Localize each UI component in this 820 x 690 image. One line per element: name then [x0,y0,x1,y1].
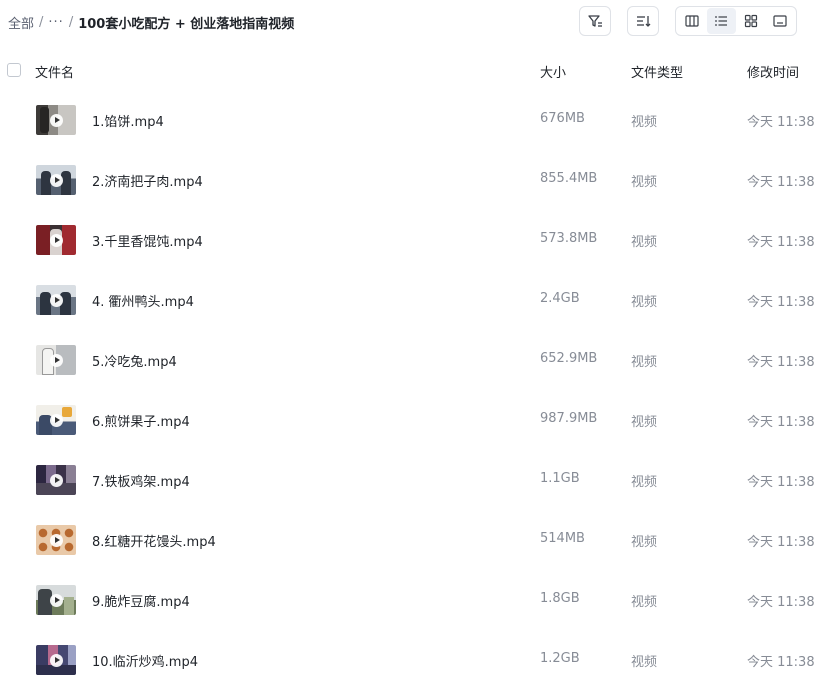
grid-view-button[interactable] [736,8,766,34]
breadcrumb-root[interactable]: 全部 [8,13,34,32]
play-icon [49,653,63,667]
play-icon [49,593,63,607]
play-icon [49,173,63,187]
file-type: 视频 [631,295,658,310]
file-name: 10.临沂炒鸡.mp4 [92,655,198,670]
file-name: 7.铁板鸡架.mp4 [92,475,190,490]
file-type: 视频 [631,415,658,430]
file-name: 6.煎饼果子.mp4 [92,415,190,430]
file-list: 1.馅饼.mp4 676MB 视频 今天 11:38 2.济南把子肉.mp4 8… [0,90,820,690]
breadcrumb: 全部 / ··· / 100套小吃配方 + 创业落地指南视频 [8,12,294,32]
file-size: 573.8MB [540,231,598,246]
video-thumbnail [36,105,76,135]
column-header-size[interactable]: 大小 [540,62,566,81]
preview-view-button[interactable] [766,8,796,34]
play-icon [49,353,63,367]
file-size: 1.2GB [540,651,580,666]
file-name: 1.馅饼.mp4 [92,115,164,130]
preview-view-icon [773,14,787,28]
filter-button[interactable] [579,6,611,36]
file-size: 676MB [540,111,585,126]
column-header-name[interactable]: 文件名 [35,62,74,81]
file-type: 视频 [631,175,658,190]
sort-button[interactable] [627,6,659,36]
video-thumbnail [36,165,76,195]
column-header-modified[interactable]: 修改时间 [747,62,799,81]
video-thumbnail [36,525,76,555]
file-type: 视频 [631,655,658,670]
grid-view-icon [744,14,758,28]
file-modified-time: 今天 11:38 [747,535,815,550]
video-thumbnail [36,345,76,375]
file-row[interactable]: 8.红糖开花馒头.mp4 514MB 视频 今天 11:38 [0,510,820,570]
view-mode-switcher [675,6,797,36]
file-type: 视频 [631,595,658,610]
column-view-icon [685,14,699,28]
sort-icon [635,13,651,29]
video-thumbnail [36,225,76,255]
play-icon [49,413,63,427]
file-type: 视频 [631,115,658,130]
filter-icon [587,13,603,29]
file-row[interactable]: 7.铁板鸡架.mp4 1.1GB 视频 今天 11:38 [0,450,820,510]
file-size: 1.8GB [540,591,580,606]
file-name: 2.济南把子肉.mp4 [92,175,203,190]
file-modified-time: 今天 11:38 [747,655,815,670]
file-modified-time: 今天 11:38 [747,475,815,490]
file-type: 视频 [631,535,658,550]
file-modified-time: 今天 11:38 [747,115,815,130]
file-size: 514MB [540,531,585,546]
file-modified-time: 今天 11:38 [747,355,815,370]
list-view-icon [714,14,728,28]
file-modified-time: 今天 11:38 [747,295,815,310]
play-icon [49,473,63,487]
file-name: 3.千里香馄饨.mp4 [92,235,203,250]
list-view-button[interactable] [706,8,736,34]
video-thumbnail [36,285,76,315]
top-bar: 全部 / ··· / 100套小吃配方 + 创业落地指南视频 [0,0,820,44]
play-icon [49,233,63,247]
file-modified-time: 今天 11:38 [747,415,815,430]
file-modified-time: 今天 11:38 [747,595,815,610]
file-row[interactable]: 2.济南把子肉.mp4 855.4MB 视频 今天 11:38 [0,150,820,210]
file-modified-time: 今天 11:38 [747,235,815,250]
file-name: 9.脆炸豆腐.mp4 [92,595,190,610]
file-row[interactable]: 5.冷吃兔.mp4 652.9MB 视频 今天 11:38 [0,330,820,390]
breadcrumb-current-folder: 100套小吃配方 + 创业落地指南视频 [78,16,295,32]
file-modified-time: 今天 11:38 [747,175,815,190]
file-size: 2.4GB [540,291,580,306]
file-row[interactable]: 4. 衢州鸭头.mp4 2.4GB 视频 今天 11:38 [0,270,820,330]
video-thumbnail [36,465,76,495]
file-name: 8.红糖开花馒头.mp4 [92,535,216,550]
video-thumbnail [36,585,76,615]
play-icon [49,293,63,307]
file-row[interactable]: 9.脆炸豆腐.mp4 1.8GB 视频 今天 11:38 [0,570,820,630]
file-size: 855.4MB [540,171,598,186]
file-size: 652.9MB [540,351,598,366]
play-icon [49,533,63,547]
breadcrumb-separator: / [68,14,74,30]
select-all-checkbox[interactable] [7,63,21,77]
file-type: 视频 [631,355,658,370]
file-size: 987.9MB [540,411,598,426]
file-row[interactable]: 6.煎饼果子.mp4 987.9MB 视频 今天 11:38 [0,390,820,450]
file-row[interactable]: 1.馅饼.mp4 676MB 视频 今天 11:38 [0,90,820,150]
breadcrumb-more[interactable]: ··· [48,15,63,30]
file-row[interactable]: 10.临沂炒鸡.mp4 1.2GB 视频 今天 11:38 [0,630,820,690]
column-view-button[interactable] [677,8,707,34]
file-size: 1.1GB [540,471,580,486]
play-icon [49,113,63,127]
video-thumbnail [36,405,76,435]
column-header-type[interactable]: 文件类型 [631,62,683,81]
video-thumbnail [36,645,76,675]
file-name: 5.冷吃兔.mp4 [92,355,177,370]
file-type: 视频 [631,235,658,250]
file-type: 视频 [631,475,658,490]
file-name: 4. 衢州鸭头.mp4 [92,295,194,310]
breadcrumb-separator: / [39,14,44,30]
file-row[interactable]: 3.千里香馄饨.mp4 573.8MB 视频 今天 11:38 [0,210,820,270]
file-table-header: 文件名 大小 文件类型 修改时间 [0,56,820,84]
